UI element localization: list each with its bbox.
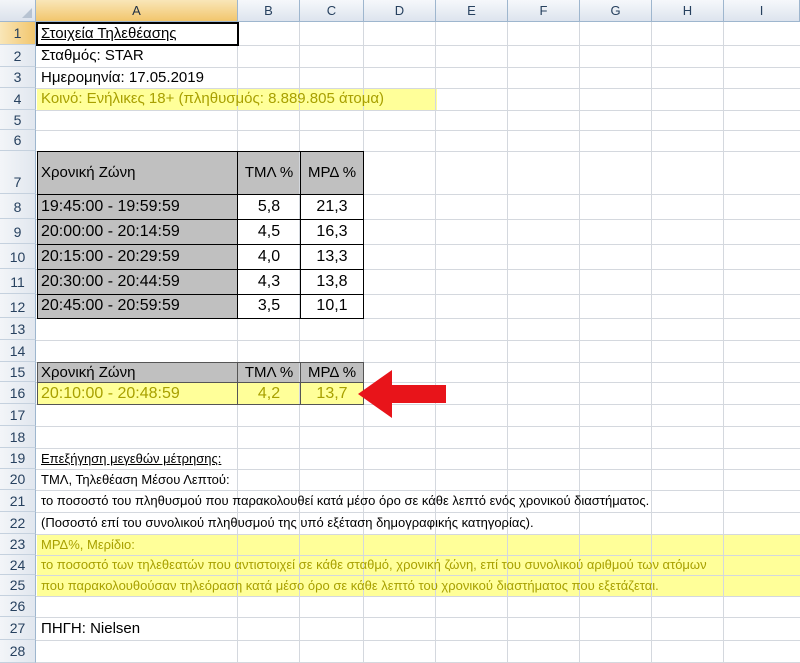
table1-row-2-tml[interactable]: 4,5 bbox=[238, 222, 300, 242]
table1-header-mrd[interactable]: ΜΡΔ % bbox=[300, 163, 364, 183]
column-header-b[interactable]: B bbox=[238, 0, 300, 22]
red-arrow-icon bbox=[358, 370, 446, 418]
cell-a19-notes-heading[interactable]: Επεξήγηση μεγεθών μέτρησης: bbox=[41, 450, 221, 468]
cell-a4-audience[interactable]: Κοινό: Ενήλικες 18+ (πληθυσμός: 8.889.80… bbox=[41, 89, 384, 109]
table1-row-3-tml[interactable]: 4,0 bbox=[238, 247, 300, 267]
table1-row-3-mrd[interactable]: 13,3 bbox=[300, 247, 364, 267]
cell-a27-source[interactable]: ΠΗΓΗ: Nielsen bbox=[41, 619, 140, 639]
row-header-5[interactable]: 5 bbox=[0, 110, 36, 130]
column-header-c[interactable]: C bbox=[300, 0, 364, 22]
row-header-27[interactable]: 27 bbox=[0, 617, 36, 640]
row-header-1[interactable]: 1 bbox=[0, 22, 36, 45]
row-header-8[interactable]: 8 bbox=[0, 194, 36, 219]
table2-row-timezone[interactable]: 20:10:00 - 20:48:59 bbox=[41, 384, 180, 404]
row-header-20[interactable]: 20 bbox=[0, 469, 36, 490]
row-header-7[interactable]: 7 bbox=[0, 151, 36, 194]
column-header-h[interactable]: H bbox=[652, 0, 724, 22]
row-header-16[interactable]: 16 bbox=[0, 382, 36, 404]
row-header-13[interactable]: 13 bbox=[0, 318, 36, 340]
row-header-19[interactable]: 19 bbox=[0, 448, 36, 469]
cell-a3-date[interactable]: Ημερομηνία: 17.05.2019 bbox=[41, 68, 204, 88]
table1-row-4-timezone[interactable]: 20:30:00 - 20:44:59 bbox=[41, 272, 180, 292]
column-header-e[interactable]: E bbox=[436, 0, 508, 22]
table2-header-mrd[interactable]: ΜΡΔ % bbox=[300, 363, 364, 382]
active-cell-selection bbox=[36, 22, 239, 46]
cell-a23-mrd-title[interactable]: ΜΡΔ%, Μερίδιο: bbox=[41, 536, 135, 554]
row-header-18[interactable]: 18 bbox=[0, 426, 36, 448]
table1-row-1-mrd[interactable]: 21,3 bbox=[300, 197, 364, 217]
cell-a25-mrd-line2[interactable]: που παρακολουθούσαν τηλεόραση κατά μέσο … bbox=[41, 577, 659, 595]
cell-a2-station[interactable]: Σταθμός: STAR bbox=[41, 46, 144, 66]
table1-header-tml[interactable]: ΤΜΛ % bbox=[238, 163, 300, 183]
row-header-17[interactable]: 17 bbox=[0, 404, 36, 426]
row-header-23[interactable]: 23 bbox=[0, 534, 36, 555]
row-header-28[interactable]: 28 bbox=[0, 640, 36, 663]
table1-row-2-timezone[interactable]: 20:00:00 - 20:14:59 bbox=[41, 222, 180, 242]
row-header-4[interactable]: 4 bbox=[0, 88, 36, 110]
row-header-2[interactable]: 2 bbox=[0, 45, 36, 67]
column-header-f[interactable]: F bbox=[508, 0, 580, 22]
row-header-14[interactable]: 14 bbox=[0, 340, 36, 362]
table1-row-5-tml[interactable]: 3,5 bbox=[238, 296, 300, 316]
row-header-3[interactable]: 3 bbox=[0, 67, 36, 88]
select-all-corner[interactable] bbox=[0, 0, 36, 22]
table1-row-4-tml[interactable]: 4,3 bbox=[238, 272, 300, 292]
column-header-i[interactable]: I bbox=[724, 0, 800, 22]
row-header-25[interactable]: 25 bbox=[0, 575, 36, 596]
column-header-d[interactable]: D bbox=[364, 0, 436, 22]
table1-row-5-timezone[interactable]: 20:45:00 - 20:59:59 bbox=[41, 296, 180, 316]
row-header-12[interactable]: 12 bbox=[0, 294, 36, 318]
column-header-a[interactable]: A bbox=[36, 0, 238, 22]
row-header-26[interactable]: 26 bbox=[0, 596, 36, 617]
cell-a24-mrd-line1[interactable]: το ποσοστό των τηλεθεατών που αντιστοιχε… bbox=[41, 556, 707, 574]
cell-a22-tml-line2[interactable]: (Ποσοστό επί του συνολικού πληθυσμού της… bbox=[41, 514, 534, 532]
table1-row-2-mrd[interactable]: 16,3 bbox=[300, 222, 364, 242]
table1-row-1-tml[interactable]: 5,8 bbox=[238, 197, 300, 217]
row-header-24[interactable]: 24 bbox=[0, 555, 36, 575]
row-header-10[interactable]: 10 bbox=[0, 244, 36, 269]
cell-a20-tml-title[interactable]: ΤΜΛ, Τηλεθέαση Μέσου Λεπτού: bbox=[41, 471, 230, 489]
row-header-15[interactable]: 15 bbox=[0, 362, 36, 382]
row-header-9[interactable]: 9 bbox=[0, 219, 36, 244]
row-header-11[interactable]: 11 bbox=[0, 269, 36, 294]
table2-row-tml[interactable]: 4,2 bbox=[238, 384, 300, 404]
table2-header-timezone[interactable]: Χρονική Ζώνη bbox=[41, 363, 135, 382]
table1-row-3-timezone[interactable]: 20:15:00 - 20:29:59 bbox=[41, 247, 180, 267]
table1-row-5-mrd[interactable]: 10,1 bbox=[300, 296, 364, 316]
column-header-g[interactable]: G bbox=[580, 0, 652, 22]
table2-row-mrd[interactable]: 13,7 bbox=[300, 384, 364, 404]
row-header-22[interactable]: 22 bbox=[0, 512, 36, 534]
cell-a21-tml-line1[interactable]: το ποσοστό του πληθυσμού που παρακολουθε… bbox=[41, 492, 649, 510]
row-header-6[interactable]: 6 bbox=[0, 130, 36, 151]
table1-header-timezone[interactable]: Χρονική Ζώνη bbox=[41, 163, 135, 183]
table1-row-1-timezone[interactable]: 19:45:00 - 19:59:59 bbox=[41, 197, 180, 217]
row-header-21[interactable]: 21 bbox=[0, 490, 36, 512]
spreadsheet: A B C D E F G H I 1 2 3 4 5 6 7 8 9 10 1… bbox=[0, 0, 800, 663]
table1-row-4-mrd[interactable]: 13,8 bbox=[300, 272, 364, 292]
table2-header-tml[interactable]: ΤΜΛ % bbox=[238, 363, 300, 382]
